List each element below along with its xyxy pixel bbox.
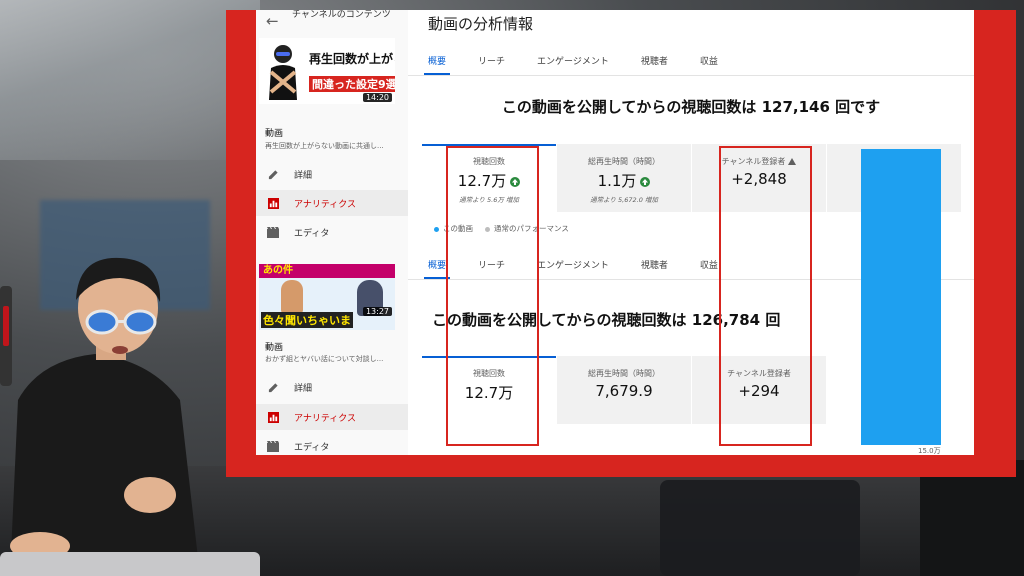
video-thumbnail[interactable]: 再生回数が上がらない 間違った設定9選 14:20: [259, 38, 395, 104]
sidebar-item-label: アナリティクス: [294, 413, 357, 424]
tab-revenue[interactable]: 収益: [696, 54, 722, 75]
background-shadow: [920, 460, 1024, 576]
tab-engagement[interactable]: エンゲージメント: [533, 54, 613, 75]
analytics-icon: [264, 411, 282, 423]
sidebar-top: ← チャンネルのコンテンツ 再生回数が上がらない 間違った設定9選 14:20 …: [256, 10, 408, 254]
page-title: 動画の分析情報: [428, 15, 534, 33]
thumbnail-person-left: [281, 280, 303, 314]
pencil-icon: [264, 382, 282, 393]
presenter-thumbnail-figure: [269, 45, 297, 100]
metric-value: 7,679.9: [595, 382, 653, 400]
tab-bar: 概要 リーチ エンゲージメント 視聴者 収益: [424, 54, 746, 75]
sidebar-bottom: あの件 色々聞いちゃいま 13:27 動画 おかず組とヤバい話について対談し..…: [256, 254, 408, 455]
sidebar-item-details[interactable]: 詳細: [256, 161, 408, 187]
views-chart-bar: [861, 149, 941, 445]
tab-audience[interactable]: 視聴者: [637, 258, 672, 279]
chart-axis-label: 15.0万: [918, 447, 941, 455]
tab-divider: [408, 75, 974, 76]
metric-value: 1.1万: [557, 170, 691, 191]
thumbnail-caption: 色々聞いちゃいま: [261, 312, 353, 328]
video-label: 動画: [265, 343, 284, 353]
highlight-box-views: [446, 146, 539, 446]
sidebar-item-analytics[interactable]: アナリティクス: [256, 190, 408, 216]
sidebar-item-label: エディタ: [294, 442, 330, 453]
sidebar-item-label: アナリティクス: [294, 199, 357, 210]
channel-content-title: チャンネルのコンテンツ: [292, 10, 391, 20]
metric-label: 総再生時間（時間）: [588, 369, 660, 378]
pencil-icon: [264, 169, 282, 180]
sidebar-item-label: 詳細: [294, 170, 313, 181]
video-description: おかず組とヤバい話について対談し...: [265, 355, 384, 363]
trend-up-icon: [640, 176, 651, 187]
studio-screenshot: ← チャンネルのコンテンツ 再生回数が上がらない 間違った設定9選 14:20 …: [256, 10, 974, 455]
tab-revenue[interactable]: 収益: [696, 258, 722, 279]
sidebar-item-analytics[interactable]: アナリティクス: [256, 404, 408, 430]
metric-card-watch-time[interactable]: 総再生時間（時間） 1.1万 通常より 5,672.0 増加: [557, 144, 691, 212]
sidebar-item-details[interactable]: 詳細: [256, 374, 408, 400]
presenter: [10, 257, 200, 576]
sidebar-item-label: 詳細: [294, 383, 313, 394]
laptop: [0, 552, 260, 576]
background-sofa: [660, 480, 860, 576]
background-ceiling-light: [0, 0, 260, 160]
thumbnail-banner: あの件: [259, 264, 395, 278]
tab-engagement[interactable]: エンゲージメント: [533, 258, 613, 279]
video-thumbnail[interactable]: あの件 色々聞いちゃいま 13:27: [259, 264, 395, 330]
views-headline: この動画を公開してからの視聴回数は 127,146 回です: [501, 98, 881, 116]
tab-audience[interactable]: 視聴者: [637, 54, 672, 75]
back-arrow-icon[interactable]: ←: [266, 12, 279, 30]
video-duration: 13:27: [362, 307, 392, 316]
highlight-box-subscribers: [719, 146, 812, 446]
video-label: 動画: [265, 129, 284, 139]
film-icon: [264, 440, 282, 452]
metric-label: 総再生時間（時間）: [588, 157, 660, 166]
metric-comparison: 通常より 5,672.0 増加: [590, 196, 658, 204]
sidebar-item-editor[interactable]: エディタ: [256, 433, 408, 455]
film-icon: [264, 226, 282, 238]
analytics-icon: [264, 197, 282, 209]
sidebar-item-label: エディタ: [294, 228, 330, 239]
tab-overview[interactable]: 概要: [424, 54, 451, 75]
sidebar-item-editor[interactable]: エディタ: [256, 219, 408, 245]
microphone: [0, 286, 12, 386]
metric-card-watch-time[interactable]: 総再生時間（時間） 7,679.9: [557, 356, 691, 424]
thumbnail-line1: 再生回数が上がらない: [309, 52, 395, 66]
tab-reach[interactable]: リーチ: [474, 54, 509, 75]
thumbnail-line2: 間違った設定9選: [309, 76, 395, 92]
video-duration: 14:20: [362, 93, 392, 102]
video-description: 再生回数が上がらない動画に共通し...: [265, 142, 384, 150]
